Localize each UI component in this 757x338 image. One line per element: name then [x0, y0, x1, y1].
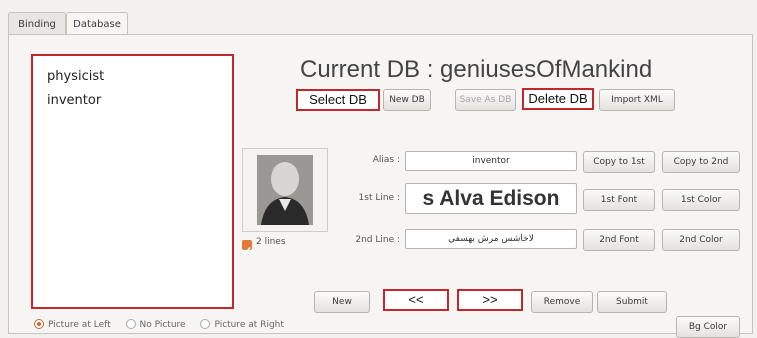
radio-selected-icon	[34, 319, 44, 329]
new-db-button[interactable]: New DB	[383, 89, 431, 111]
app-window: Binding Database physicist inventor Curr…	[0, 0, 757, 338]
radio-label: Picture at Left	[48, 319, 111, 330]
radio-label: Picture at Right	[214, 319, 284, 330]
radio-no-picture[interactable]: No Picture	[125, 319, 189, 330]
radio-picture-left[interactable]: Picture at Left	[34, 319, 114, 330]
second-color-button[interactable]: 2nd Color	[662, 229, 740, 251]
next-button[interactable]: >>	[457, 289, 523, 311]
new-button[interactable]: New	[314, 291, 370, 313]
delete-db-button[interactable]: Delete DB	[522, 88, 594, 110]
copy-to-1st-button[interactable]: Copy to 1st	[583, 151, 655, 173]
copy-to-2nd-button[interactable]: Copy to 2nd	[662, 151, 740, 173]
current-db-title: Current DB : geniusesOfMankind	[300, 56, 653, 83]
alias-field[interactable]: inventor	[405, 151, 577, 171]
tab-database[interactable]: Database	[66, 12, 128, 36]
check-icon	[243, 247, 251, 254]
picture-position-group: Picture at Left No Picture Picture at Ri…	[34, 319, 296, 330]
submit-button[interactable]: Submit	[597, 291, 667, 313]
remove-button[interactable]: Remove	[531, 291, 593, 313]
two-lines-checkbox[interactable]	[242, 240, 252, 254]
radio-picture-right[interactable]: Picture at Right	[200, 319, 284, 330]
portrait-image	[242, 148, 328, 232]
db-entry-list[interactable]: physicist inventor	[31, 54, 234, 309]
alias-label: Alias :	[372, 155, 400, 165]
import-xml-button[interactable]: Import XML	[599, 89, 675, 111]
radio-icon	[125, 319, 136, 329]
second-line-field[interactable]: لاخاشس مرش بهسفي	[405, 229, 577, 249]
first-color-button[interactable]: 1st Color	[662, 189, 740, 211]
portrait-picture	[243, 149, 327, 231]
select-db-button[interactable]: Select DB	[296, 89, 380, 111]
first-line-field[interactable]: s Alva Edison	[405, 183, 577, 214]
second-line-label: 2nd Line :	[355, 235, 400, 245]
tab-binding[interactable]: Binding	[8, 12, 66, 35]
save-as-db-button[interactable]: Save As DB	[455, 89, 516, 111]
bg-color-button[interactable]: Bg Color	[676, 316, 740, 338]
two-lines-label: 2 lines	[256, 237, 286, 247]
first-line-label: 1st Line :	[358, 193, 400, 203]
previous-button[interactable]: <<	[383, 289, 449, 311]
radio-icon	[200, 319, 211, 329]
list-item[interactable]: physicist	[33, 65, 232, 89]
second-font-button[interactable]: 2nd Font	[583, 229, 655, 251]
first-font-button[interactable]: 1st Font	[583, 189, 655, 211]
list-item[interactable]: inventor	[33, 89, 232, 113]
radio-label: No Picture	[139, 319, 186, 330]
